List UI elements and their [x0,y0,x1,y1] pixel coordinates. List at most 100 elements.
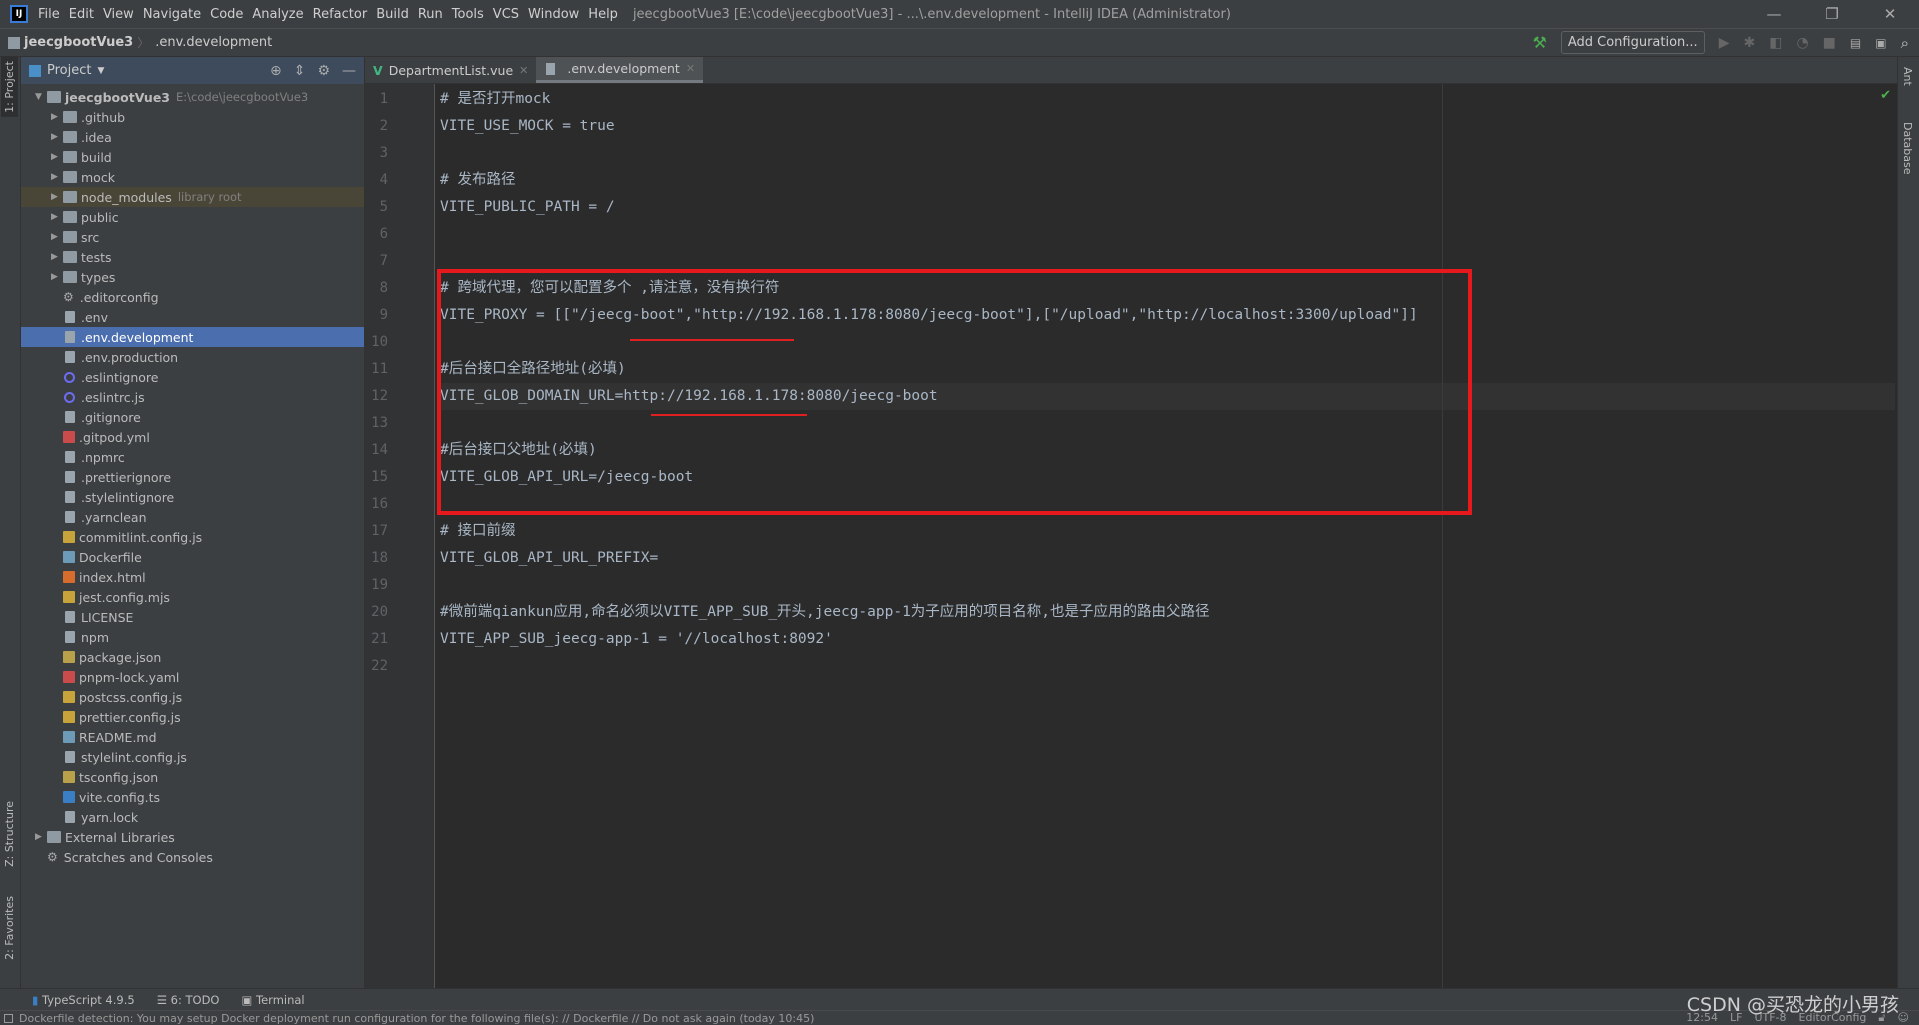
expand-arrow-icon[interactable]: ▶ [51,232,63,242]
terminal-window-icon[interactable]: ▣ [1875,36,1886,50]
tree-item[interactable]: stylelint.config.js [21,747,364,767]
tree-item[interactable]: ▶ tests [21,247,364,267]
tree-item[interactable]: .env.development [21,327,364,347]
tree-item[interactable]: README.md [21,727,364,747]
code-line[interactable]: VITE_GLOB_API_URL_PREFIX= [440,545,1895,572]
expand-arrow-icon[interactable]: ▶ [51,192,63,202]
debug-icon[interactable]: ✱ [1743,35,1755,51]
tree-item[interactable]: .npmrc [21,447,364,467]
menu-run[interactable]: Run [418,7,443,22]
code-line[interactable]: VITE_PUBLIC_PATH = / [440,194,1895,221]
tree-item[interactable]: .env.production [21,347,364,367]
search-icon[interactable]: ⌕ [1901,34,1909,52]
tree-item[interactable]: ▶ public [21,207,364,227]
code-line[interactable] [440,140,1895,167]
tab-env-development[interactable]: .env.development ✕ [536,57,704,83]
tree-item[interactable]: .gitignore [21,407,364,427]
profile-icon[interactable]: ◔ [1796,35,1808,51]
tree-item[interactable]: ▶ .idea [21,127,364,147]
menu-file[interactable]: File [38,7,60,22]
expand-arrow-icon[interactable]: ▶ [51,272,63,282]
project-view-selector[interactable]: Project [47,63,91,78]
code-line[interactable]: # 是否打开mock [440,86,1895,113]
tree-item[interactable]: ▶ types [21,267,364,287]
tree-item[interactable]: ▶ .github [21,107,364,127]
menu-analyze[interactable]: Analyze [252,7,303,22]
gear-icon[interactable]: ⚙ [317,63,330,79]
stop-icon[interactable]: ■ [1823,35,1836,51]
build-hammer-icon[interactable]: ⚒ [1532,33,1546,52]
tree-item[interactable]: .stylelintignore [21,487,364,507]
tree-item[interactable]: .eslintignore [21,367,364,387]
tree-item[interactable]: .prettierignore [21,467,364,487]
expand-arrow-icon[interactable]: ▼ [35,92,47,102]
tree-item[interactable]: index.html [21,567,364,587]
tree-item[interactable]: yarn.lock [21,807,364,827]
code-line[interactable] [440,653,1895,680]
close-tab-icon[interactable]: ✕ [686,62,695,75]
tree-item[interactable]: ▶ mock [21,167,364,187]
code-line[interactable]: VITE_APP_SUB_jeecg-app-1 = '//localhost:… [440,626,1895,653]
ant-tool-tab[interactable]: Ant [1901,67,1914,86]
tree-item[interactable]: vite.config.ts [21,787,364,807]
code-line[interactable] [440,572,1895,599]
code-line[interactable]: # 接口前缀 [440,518,1895,545]
inspector-icon[interactable]: ☺ [1898,1011,1909,1025]
tab-departmentlist-vue[interactable]: V DepartmentList.vue ✕ [365,57,536,83]
minimize-button[interactable]: — [1745,0,1803,28]
expand-arrow-icon[interactable]: ▶ [51,152,63,162]
tree-item[interactable]: .env [21,307,364,327]
tree-item[interactable]: pnpm-lock.yaml [21,667,364,687]
tree-item[interactable]: ▶ src [21,227,364,247]
status-message[interactable]: Dockerfile detection: You may setup Dock… [19,1012,814,1025]
code-line[interactable] [440,221,1895,248]
tree-item[interactable]: ⚙ Scratches and Consoles [21,847,364,867]
menu-refactor[interactable]: Refactor [313,7,368,22]
hide-icon[interactable]: — [342,63,356,79]
tree-item[interactable]: LICENSE [21,607,364,627]
tree-item[interactable]: ▶ node_modules library root [21,187,364,207]
code-editor[interactable]: # 是否打开mock VITE_USE_MOCK = true # 发布路径 VITE… [435,84,1897,988]
todo-tool-button[interactable]: ☰ 6: TODO [157,993,220,1007]
collapse-all-icon[interactable]: ⇕ [294,63,306,79]
tree-item[interactable]: Dockerfile [21,547,364,567]
code-line[interactable]: VITE_USE_MOCK = true [440,113,1895,140]
tree-item[interactable]: prettier.config.js [21,707,364,727]
structure-tool-tab[interactable]: Z: Structure [1,797,18,871]
tree-item[interactable]: postcss.config.js [21,687,364,707]
close-tab-icon[interactable]: ✕ [519,64,528,77]
coverage-icon[interactable]: ◧ [1769,35,1782,51]
menu-help[interactable]: Help [588,7,618,22]
tree-item[interactable]: ⚙ .editorconfig [21,287,364,307]
tree-item[interactable]: jest.config.mjs [21,587,364,607]
menu-code[interactable]: Code [210,7,243,22]
close-button[interactable]: ✕ [1861,0,1919,28]
tree-item[interactable]: npm [21,627,364,647]
project-structure-icon[interactable]: ▤ [1850,36,1861,50]
run-icon[interactable]: ▶ [1719,35,1730,51]
tree-item[interactable]: ▶ build [21,147,364,167]
expand-arrow-icon[interactable]: ▶ [51,212,63,222]
menu-edit[interactable]: Edit [69,7,94,22]
tree-item[interactable]: commitlint.config.js [21,527,364,547]
menu-build[interactable]: Build [376,7,409,22]
tree-item[interactable]: ▶ External Libraries [21,827,364,847]
menu-tools[interactable]: Tools [452,7,484,22]
breadcrumb-project[interactable]: jeecgbootVue3 [24,35,133,50]
expand-arrow-icon[interactable]: ▶ [51,112,63,122]
chevron-down-icon[interactable]: ▼ [97,66,104,76]
menu-vcs[interactable]: VCS [493,7,519,22]
tree-item[interactable]: tsconfig.json [21,767,364,787]
terminal-tool-button[interactable]: ▣ Terminal [242,993,305,1007]
tree-item[interactable]: .eslintrc.js [21,387,364,407]
locate-icon[interactable]: ⊕ [270,63,282,79]
inspection-ok-icon[interactable]: ✔ [1880,88,1891,103]
tree-item[interactable]: package.json [21,647,364,667]
add-configuration-button[interactable]: Add Configuration... [1560,31,1705,54]
expand-arrow-icon[interactable]: ▶ [51,252,63,262]
code-line[interactable]: #微前端qiankun应用,命名必须以VITE_APP_SUB_开头,jeecg… [440,599,1895,626]
tree-item[interactable]: .gitpod.yml [21,427,364,447]
breadcrumb-file[interactable]: .env.development [155,35,272,50]
favorites-tool-tab[interactable]: 2: Favorites [1,892,18,964]
menu-navigate[interactable]: Navigate [143,7,201,22]
